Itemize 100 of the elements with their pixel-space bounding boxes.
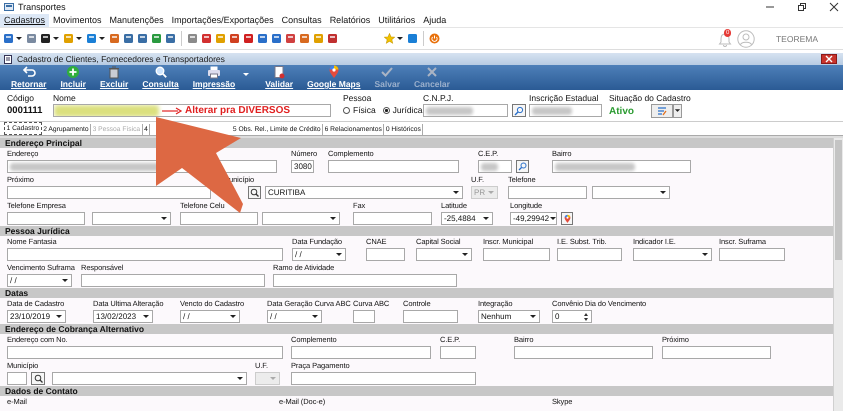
restore-icon[interactable] bbox=[797, 2, 807, 12]
dropdown[interactable]: / / bbox=[180, 310, 240, 323]
search-icon bbox=[518, 162, 527, 171]
caret-icon[interactable] bbox=[75, 34, 83, 42]
menu-item[interactable]: Cadastros bbox=[0, 14, 50, 27]
action-button[interactable]: Consulta bbox=[135, 65, 186, 89]
status-button[interactable] bbox=[651, 104, 673, 118]
input-field[interactable] bbox=[366, 248, 405, 261]
map-button[interactable] bbox=[561, 212, 573, 225]
code-value: 0001111 bbox=[7, 104, 44, 118]
caret-icon bbox=[487, 188, 495, 196]
document-icon bbox=[272, 65, 286, 79]
input-field[interactable] bbox=[291, 372, 476, 385]
ie-field[interactable] bbox=[529, 104, 602, 117]
action-button[interactable]: Incluir bbox=[53, 65, 93, 89]
action-button[interactable]: Validar bbox=[258, 65, 300, 89]
caret-icon[interactable] bbox=[15, 34, 23, 42]
radio-button[interactable]: Física bbox=[343, 104, 376, 117]
caret-icon bbox=[269, 374, 277, 382]
section-header: Endereço de Cobrança Alternativo bbox=[0, 324, 833, 334]
dropdown[interactable]: CURITIBA bbox=[265, 186, 463, 199]
input-field[interactable] bbox=[552, 160, 691, 173]
user-name: TEOREMA bbox=[776, 34, 818, 44]
dropdown[interactable] bbox=[262, 212, 340, 225]
input-field[interactable] bbox=[180, 212, 258, 225]
dropdown[interactable] bbox=[92, 212, 171, 225]
input-field[interactable] bbox=[7, 186, 211, 199]
input-field[interactable] bbox=[7, 248, 283, 261]
dropdown[interactable]: / / bbox=[267, 310, 322, 323]
action-button[interactable]: Excluir bbox=[92, 65, 136, 89]
input-field[interactable] bbox=[7, 372, 27, 385]
blurred-text bbox=[532, 106, 572, 114]
number-field[interactable]: 0 bbox=[552, 310, 592, 323]
input-field[interactable] bbox=[478, 160, 512, 173]
lookup-button[interactable] bbox=[512, 104, 526, 117]
input-field[interactable] bbox=[514, 346, 653, 359]
dropdown[interactable]: / / bbox=[7, 274, 72, 287]
dropdown[interactable]: Nenhum bbox=[478, 310, 540, 323]
dropdown[interactable]: -25,4884 bbox=[441, 212, 493, 225]
radio-button[interactable]: Jurídica bbox=[382, 104, 422, 117]
bell-icon[interactable] bbox=[718, 30, 732, 46]
input-field[interactable] bbox=[662, 346, 771, 359]
input-field[interactable] bbox=[508, 186, 587, 199]
star-icon[interactable] bbox=[384, 33, 395, 44]
form-title: Cadastro de Clientes, Fornecedores e Transportadores bbox=[17, 54, 225, 64]
input-field[interactable] bbox=[403, 310, 458, 323]
input-field[interactable] bbox=[353, 310, 375, 323]
menu-item[interactable]: Relatórios bbox=[326, 14, 374, 27]
map-pin-icon bbox=[326, 65, 341, 79]
caret-icon bbox=[659, 188, 667, 196]
input-field[interactable] bbox=[440, 346, 476, 359]
input-field[interactable] bbox=[719, 248, 785, 261]
close-button[interactable] bbox=[821, 54, 837, 64]
menu-item[interactable]: Importações/Exportações bbox=[168, 14, 278, 27]
input-field[interactable] bbox=[7, 346, 283, 359]
lookup-button[interactable] bbox=[516, 160, 529, 173]
annotation-text: Alterar pra DIVERSOS bbox=[185, 105, 290, 116]
dropdown[interactable] bbox=[52, 372, 247, 385]
menu-item[interactable]: Manutenções bbox=[106, 14, 168, 27]
menu-item[interactable]: Movimentos bbox=[49, 14, 106, 27]
search-button[interactable] bbox=[31, 372, 45, 385]
cnpj-field[interactable] bbox=[423, 104, 508, 117]
action-button[interactable]: Google Maps bbox=[300, 65, 368, 89]
menu-item[interactable]: Consultas bbox=[278, 14, 326, 27]
caret-icon[interactable] bbox=[52, 34, 60, 42]
caret-icon[interactable] bbox=[98, 34, 106, 42]
input-field[interactable] bbox=[557, 248, 622, 261]
dropdown[interactable] bbox=[592, 186, 670, 199]
dropdown[interactable]: / / bbox=[292, 248, 346, 261]
search-button[interactable] bbox=[248, 186, 261, 199]
input-field[interactable] bbox=[273, 274, 457, 287]
menu-item[interactable]: Utilitários bbox=[374, 14, 420, 27]
input-field[interactable] bbox=[328, 160, 459, 173]
dropdown[interactable] bbox=[416, 248, 472, 261]
dropdown[interactable] bbox=[633, 248, 712, 261]
caret-icon bbox=[549, 214, 556, 222]
square-icon[interactable] bbox=[40, 33, 51, 44]
blurred-text bbox=[481, 162, 498, 170]
field-label: C.N.P.J. bbox=[423, 93, 455, 103]
dropdown[interactable]: -49,29942 bbox=[510, 212, 557, 225]
input-field[interactable] bbox=[7, 212, 85, 225]
input-field[interactable] bbox=[81, 274, 265, 287]
scrollbar[interactable] bbox=[833, 138, 843, 411]
section-header: Pessoa Jurídica bbox=[0, 226, 833, 236]
caret-icon[interactable] bbox=[396, 34, 404, 42]
input-field[interactable] bbox=[353, 212, 432, 225]
menu-item[interactable]: Ajuda bbox=[419, 14, 450, 27]
dropdown-button[interactable] bbox=[673, 104, 682, 118]
close-icon[interactable] bbox=[829, 2, 839, 12]
name-field[interactable]: Alterar pra DIVERSOS bbox=[53, 104, 331, 117]
input-field[interactable]: 3080 bbox=[291, 160, 314, 173]
user-icon[interactable] bbox=[736, 30, 755, 48]
input-field[interactable] bbox=[291, 346, 431, 359]
action-button[interactable]: Impressão bbox=[186, 65, 242, 89]
action-button[interactable]: Retornar bbox=[4, 65, 54, 89]
input-field[interactable] bbox=[483, 248, 550, 261]
power-icon[interactable] bbox=[429, 33, 440, 44]
dropdown[interactable]: 13/02/2023 bbox=[93, 310, 153, 323]
caret-icon bbox=[452, 188, 460, 196]
dropdown[interactable]: 23/10/2019 bbox=[7, 310, 66, 323]
